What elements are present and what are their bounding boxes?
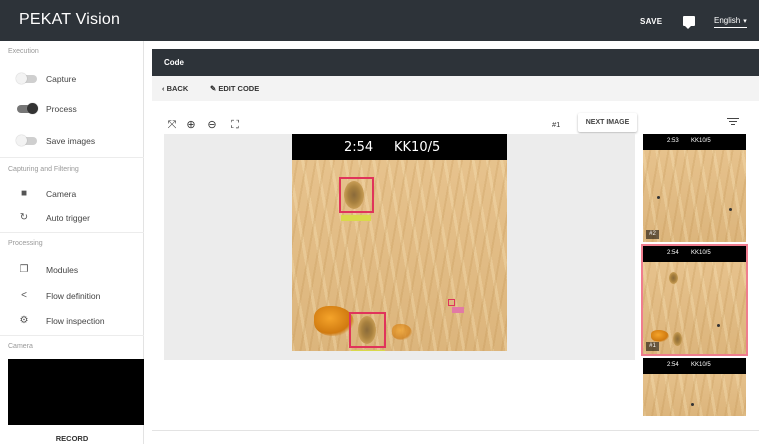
knot-defect [673, 332, 682, 346]
divider [0, 232, 144, 233]
thumbnail-badge: #2 [646, 230, 659, 239]
refresh-icon: ↻ [19, 212, 29, 223]
inspected-image[interactable]: 2:54 KK10/5 [292, 134, 507, 351]
filter-icon[interactable] [727, 116, 739, 128]
sidebar-item-modules[interactable]: ❐ Modules [0, 259, 144, 281]
sidebar-item-capture[interactable]: Capture [0, 68, 144, 90]
detection-box [339, 177, 374, 213]
sidebar-item-flow-inspection[interactable]: ⚙ Flow inspection [0, 310, 144, 332]
resin-spot [314, 306, 354, 336]
code-header: Code [152, 49, 759, 76]
defect-dot [729, 208, 732, 211]
image-id: KK10/5 [394, 140, 441, 155]
edit-code-button[interactable]: ✎ EDIT CODE [210, 84, 259, 93]
sidebar-item-camera[interactable]: ■ Camera [0, 183, 144, 205]
copy-icon: ❐ [19, 264, 29, 275]
detection-label [341, 215, 371, 221]
sidebar-item-label: Flow definition [46, 291, 101, 301]
gear-icon: ⚙ [19, 315, 29, 326]
camera-icon: ■ [20, 188, 28, 199]
thumbnail-id: KK10/5 [691, 138, 711, 144]
camera-preview [8, 359, 144, 425]
thumbnail-item[interactable]: 2:54 KK10/5 [643, 358, 746, 416]
app-title: PEKAT Vision [19, 11, 121, 28]
sidebar-item-label: Modules [46, 265, 79, 275]
sidebar: Execution Capture Process Save images Ca… [0, 41, 144, 444]
next-image-button[interactable]: NEXT IMAGE [578, 113, 637, 132]
language-select[interactable]: English ▾ [714, 16, 747, 28]
sidebar-item-label: Auto trigger [46, 213, 90, 223]
sidebar-item-label: Camera [46, 189, 77, 199]
sidebar-item-auto-trigger[interactable]: ↻ Auto trigger [0, 207, 144, 229]
zoom-in-icon[interactable]: ⊕ [185, 119, 197, 131]
back-label: BACK [166, 84, 189, 93]
detection-label-small [452, 307, 464, 313]
thumbnail-item[interactable]: 2:53 KK10/5 #2 [643, 134, 746, 242]
thumbnail-header: 2:53 KK10/5 [643, 134, 746, 150]
chat-icon[interactable] [683, 16, 695, 29]
back-button[interactable]: ‹ BACK [162, 84, 188, 93]
detection-box [349, 312, 386, 348]
sidebar-item-save-images[interactable]: Save images [0, 130, 144, 152]
divider [152, 430, 759, 431]
save-images-toggle[interactable] [16, 135, 37, 146]
fullscreen-icon[interactable]: ⛶ [229, 119, 241, 131]
sidebar-item-label: Flow inspection [46, 316, 105, 326]
image-timestamp: 2:54 [344, 140, 374, 155]
defect-dot [717, 324, 720, 327]
resin-spot [392, 324, 412, 340]
fit-screen-icon[interactable]: ⤧ [166, 119, 178, 131]
thumbnail-item-selected[interactable]: 2:54 KK10/5 #1 [641, 244, 748, 356]
sidebar-item-flow-definition[interactable]: < Flow definition [0, 285, 144, 307]
top-app-bar: PEKAT Vision SAVE English ▾ [0, 0, 759, 41]
detection-label [351, 350, 385, 351]
section-title-capturing: Capturing and Filtering [8, 166, 79, 173]
thumbnail-id: KK10/5 [691, 250, 711, 256]
section-title-execution: Execution [8, 48, 39, 55]
image-overlay-bar: 2:54 KK10/5 [292, 134, 507, 160]
thumbnail-badge: #1 [646, 342, 659, 351]
thumbnail-header: 2:54 KK10/5 [643, 246, 746, 262]
knot-defect [669, 272, 678, 284]
thumbnail-timestamp: 2:54 [667, 250, 679, 256]
detection-box-small [448, 299, 455, 306]
section-title-camera: Camera [8, 343, 33, 350]
thumbnail-timestamp: 2:54 [667, 362, 679, 368]
process-toggle[interactable] [17, 103, 38, 114]
chevron-down-icon: ▾ [743, 18, 747, 25]
divider [0, 157, 144, 158]
edit-code-label: EDIT CODE [218, 84, 260, 93]
section-title-processing: Processing [8, 240, 43, 247]
image-number: #1 [552, 120, 561, 129]
code-toolbar: ‹ BACK ✎ EDIT CODE [152, 76, 759, 101]
sidebar-item-label: Capture [46, 74, 77, 84]
save-button[interactable]: SAVE [640, 17, 662, 26]
thumbnail-timestamp: 2:53 [667, 138, 679, 144]
page-title: Code [164, 58, 184, 67]
capture-toggle[interactable] [16, 73, 37, 84]
share-icon: < [21, 290, 27, 301]
zoom-out-icon[interactable]: ⊖ [206, 119, 218, 131]
divider [0, 335, 144, 336]
language-value: English [714, 16, 741, 25]
thumbnail-header: 2:54 KK10/5 [643, 358, 746, 374]
sidebar-item-label: Process [46, 104, 77, 114]
defect-dot [691, 403, 694, 406]
sidebar-item-process[interactable]: Process [0, 98, 144, 120]
defect-dot [657, 196, 660, 199]
sidebar-item-label: Save images [46, 136, 96, 146]
resin-spot [651, 330, 669, 342]
thumbnail-id: KK10/5 [691, 362, 711, 368]
record-button[interactable]: RECORD [0, 434, 144, 443]
